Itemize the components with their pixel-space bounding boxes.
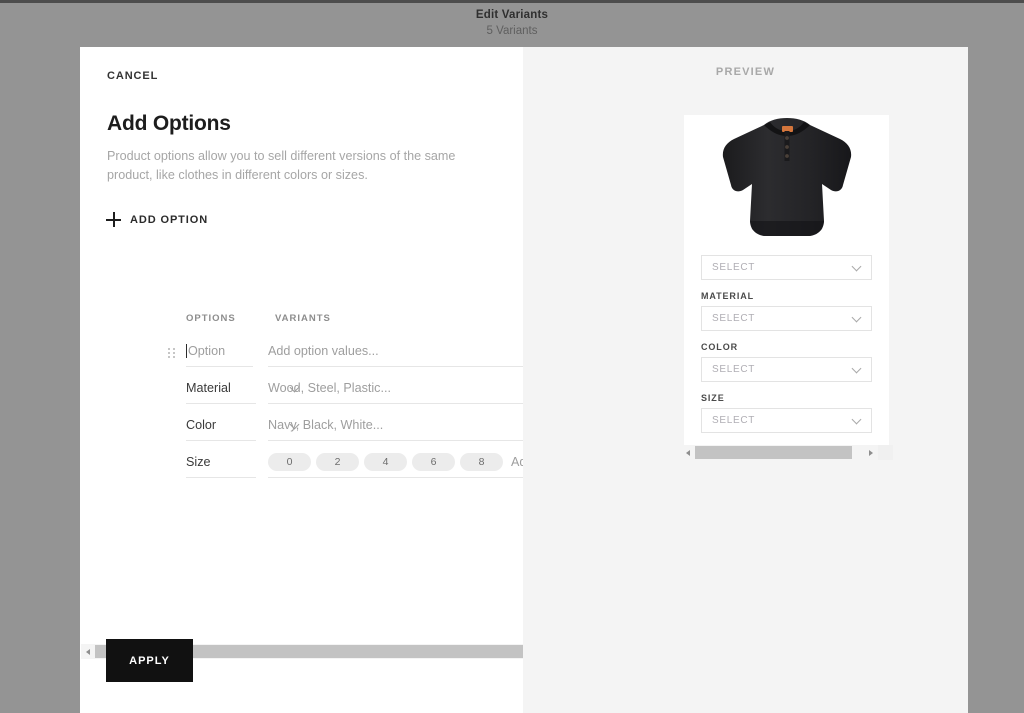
variant-values-input[interactable]: Navy, Black, White... [268,409,537,441]
option-name-select[interactable]: Color [186,409,256,441]
chevron-down-icon [853,365,861,373]
add-option-button[interactable]: ADD OPTION [106,212,208,227]
page-header: Edit Variants 5 Variants [0,3,1024,47]
option-name-input[interactable]: Option [186,335,253,367]
cancel-button[interactable]: CANCEL [107,70,158,82]
variant-count: 5 Variants [0,25,1024,37]
preview-pane: PREVIEW [523,47,968,713]
select-value: SELECT [712,415,755,426]
variant-values-placeholder: Navy, Black, White... [268,418,383,432]
page-heading: Add Options [107,112,231,136]
preview-field-label-size: SIZE [701,393,872,403]
select-value: SELECT [712,313,755,324]
table-row[interactable]: Material Wood, Steel, Plastic... [80,372,495,409]
chevron-down-icon [853,416,861,424]
variant-chip[interactable]: 4 [364,453,407,471]
option-name-label: Material [186,381,231,395]
scroll-right-arrow-icon[interactable] [864,445,878,460]
add-options-modal: CANCEL Add Options Product options allow… [80,47,968,713]
preview-select-0[interactable]: SELECT [701,255,872,280]
scroll-left-arrow-icon[interactable] [81,644,95,659]
option-name-label: Color [186,418,216,432]
column-header-variants: VARIANTS [275,313,331,324]
option-name-select[interactable]: Material [186,372,256,404]
text-cursor [186,344,187,358]
preview-field-label-material: MATERIAL [701,291,872,301]
option-name-select[interactable]: Size [186,446,256,478]
variant-values-input[interactable]: Add option values... [268,335,537,367]
page-title: Edit Variants [0,9,1024,21]
table-row[interactable]: Option Add option values... [80,335,495,372]
table-row[interactable]: Size 0 2 4 6 8 Add... [80,446,495,483]
scrollbar-thumb[interactable] [695,446,852,459]
product-photo-svg [712,117,862,237]
app-root: Edit Variants 5 Variants CANCEL Add Opti… [0,0,1024,713]
preview-form: SELECT MATERIAL SELECT COLOR SELECT SIZE [684,237,889,433]
plus-icon [106,212,121,227]
scrollbar-corner [878,445,893,460]
preview-select-material[interactable]: SELECT [701,306,872,331]
variant-values-placeholder: Add option values... [268,344,379,358]
page-description: Product options allow you to sell differ… [107,147,497,185]
product-image [684,115,889,237]
preview-select-size[interactable]: SELECT [701,408,872,433]
options-table: OPTIONS VARIANTS Option Add option v [80,305,495,645]
variant-values-input[interactable]: 0 2 4 6 8 Add... [268,446,537,478]
preview-horizontal-scrollbar[interactable] [681,445,893,460]
preview-field-label-color: COLOR [701,342,872,352]
editor-pane: CANCEL Add Options Product options allow… [80,47,523,713]
add-option-label: ADD OPTION [130,214,208,226]
option-name-label: Size [186,455,211,469]
chevron-down-icon [853,314,861,322]
variant-values-placeholder: Wood, Steel, Plastic... [268,381,391,395]
options-row-list: Option Add option values... Material [80,335,495,483]
chevron-down-icon [853,263,861,271]
variant-values-input[interactable]: Wood, Steel, Plastic... [268,372,537,404]
variant-chip[interactable]: 0 [268,453,311,471]
preview-title: PREVIEW [523,66,968,78]
option-name-placeholder: Option [188,344,225,358]
preview-card: SELECT MATERIAL SELECT COLOR SELECT SIZE [684,115,889,445]
variant-chip[interactable]: 8 [460,453,503,471]
preview-select-color[interactable]: SELECT [701,357,872,382]
column-header-options: OPTIONS [186,313,236,324]
select-value: SELECT [712,262,755,273]
apply-button[interactable]: APPLY [106,639,193,682]
variant-chip[interactable]: 6 [412,453,455,471]
select-value: SELECT [712,364,755,375]
drag-handle-icon[interactable] [168,348,176,359]
table-row[interactable]: Color Navy, Black, White... [80,409,495,446]
variant-chip[interactable]: 2 [316,453,359,471]
scroll-left-arrow-icon[interactable] [681,445,695,460]
